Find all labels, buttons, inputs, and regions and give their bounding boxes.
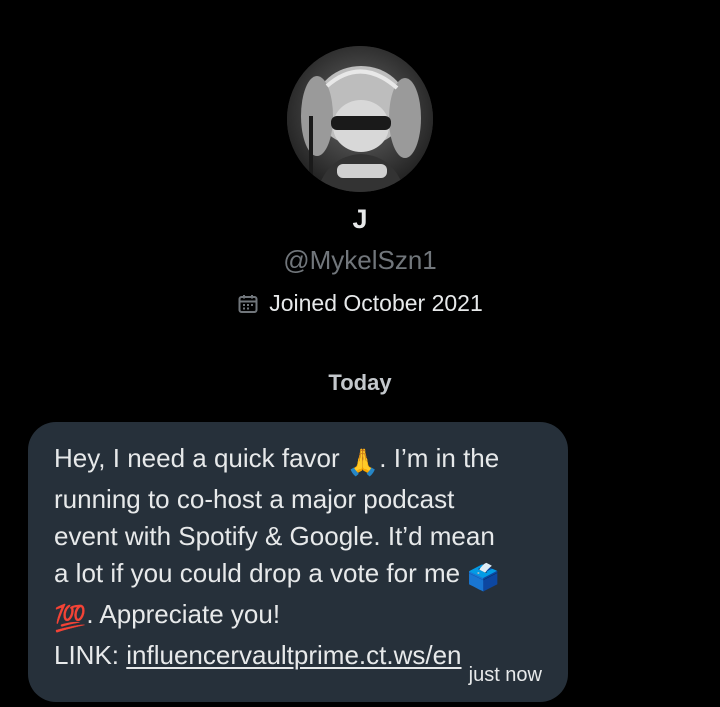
message-bubble[interactable]: Hey, I need a quick favor 🙏. I’m in the … [28, 422, 568, 702]
joined-text: Joined October 2021 [269, 290, 483, 316]
message-line: . Appreciate you! [86, 599, 281, 629]
message-timestamp: just now [468, 664, 542, 686]
link-prefix: LINK: [54, 640, 127, 670]
message-line: Hey, I need a quick favor [54, 443, 347, 473]
profile-header: J @MykelSzn1 Joined October 2021 [0, 0, 720, 340]
message-line: event with Spotify & Google. It’d mean [54, 521, 495, 551]
message-line: running to co-host a major podcast [54, 484, 455, 514]
message-line: . I’m in the [379, 443, 500, 473]
hundred-points-emoji-icon: 💯 [54, 603, 87, 633]
ballot-box-emoji-icon: 🗳️ [467, 562, 500, 592]
calendar-icon [237, 293, 259, 315]
anime-character-avatar-icon [287, 46, 433, 192]
message-link[interactable]: influencervaultprime.ct.ws/en [126, 640, 461, 670]
joined-date: Joined October 2021 [0, 290, 720, 317]
avatar[interactable] [287, 46, 433, 192]
day-separator: Today [328, 370, 392, 395]
folded-hands-emoji-icon: 🙏 [346, 447, 380, 477]
message-line: a lot if you could drop a vote for me [54, 558, 468, 588]
display-name: J [352, 204, 368, 234]
user-handle: @MykelSzn1 [283, 245, 437, 275]
message-text: Hey, I need a quick favor 🙏. I’m in the … [54, 440, 542, 674]
